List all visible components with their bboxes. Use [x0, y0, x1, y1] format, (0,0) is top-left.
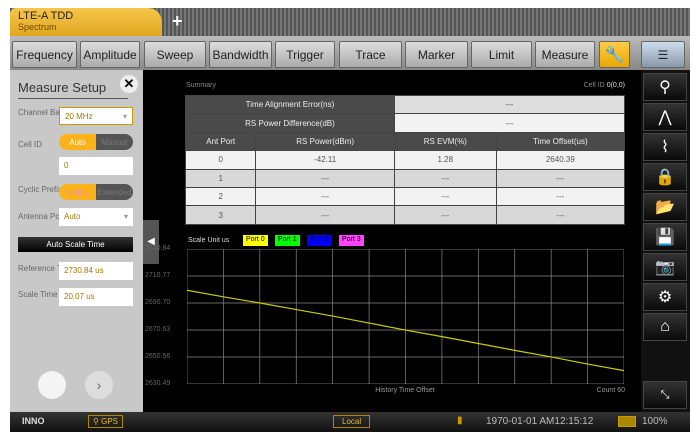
- tae-label: Time Alignment Error(ns): [185, 94, 395, 115]
- wrench-button[interactable]: 🔧: [599, 41, 630, 68]
- save-icon[interactable]: 💾: [643, 223, 687, 251]
- plus-icon[interactable]: +: [172, 11, 183, 32]
- cell-id-manual[interactable]: Manual: [96, 134, 133, 150]
- gear-icon[interactable]: ⚙: [643, 283, 687, 311]
- span-icon[interactable]: ⌇: [643, 133, 687, 161]
- cell-id-input[interactable]: 0: [59, 157, 133, 175]
- local-indicator[interactable]: Local: [333, 415, 371, 428]
- auto-scale-time-button[interactable]: Auto Scale Time: [18, 237, 133, 252]
- count-label: Count 60: [596, 387, 625, 394]
- legend-port-0[interactable]: Port 0: [243, 235, 268, 246]
- reference-time-input[interactable]: 2730.84 us: [59, 262, 133, 280]
- peak-icon[interactable]: ⋀: [643, 103, 687, 131]
- column-header: Time Offset(us): [495, 131, 626, 152]
- legend-port-2[interactable]: Port 2: [307, 235, 332, 246]
- table-cell: ---: [255, 205, 395, 225]
- collapse-panel-button[interactable]: ◀: [143, 220, 159, 264]
- menu-marker-button[interactable]: Marker: [405, 41, 468, 68]
- history-chart: [187, 249, 624, 384]
- y-tick-label: 2730.84: [145, 245, 171, 252]
- close-icon[interactable]: ✕: [120, 75, 138, 93]
- summary-table: Time Alignment Error(ns) --- RS Power Dif…: [184, 94, 626, 225]
- cyclic-prefix-toggle[interactable]: Normal Extended: [59, 184, 133, 200]
- antenna-port-label: Antenna Port: [18, 212, 65, 221]
- table-row: 3 --- --- ---: [184, 205, 626, 225]
- table-row: 0 -42.11 1.28 2640.39: [184, 150, 626, 170]
- table-cell: 0: [184, 150, 257, 170]
- table-cell: ---: [255, 168, 395, 188]
- table-cell: ---: [495, 168, 626, 188]
- cyclic-prefix-label: Cyclic Prefix: [18, 185, 63, 194]
- tab-title: LTE-A TDD: [18, 10, 74, 22]
- table-cell: 2: [184, 186, 257, 207]
- menu-amplitude-button[interactable]: Amplitude: [80, 41, 140, 68]
- column-header: Ant Port: [184, 131, 257, 152]
- scale-unit: Scale Unit us: [188, 237, 230, 244]
- cell-id-toggle[interactable]: Auto Manual: [59, 134, 133, 150]
- panel-title: Measure Setup: [18, 80, 128, 99]
- table-cell: 1.28: [393, 150, 497, 170]
- menu-sweep-button[interactable]: Sweep: [144, 41, 206, 68]
- battery-level: 100%: [642, 416, 668, 427]
- channel-bandwidth-select[interactable]: 20 MHz ▾: [59, 107, 133, 125]
- cell-id-auto[interactable]: Auto: [59, 134, 96, 150]
- cp-normal[interactable]: Normal: [59, 184, 96, 200]
- lock-icon[interactable]: 🔒: [643, 163, 687, 191]
- scale-time-input[interactable]: 20.07 us: [59, 288, 133, 306]
- table-row: 2 --- --- ---: [184, 186, 626, 207]
- fullscreen-icon[interactable]: ⤡: [643, 381, 687, 409]
- menu-trace-button[interactable]: Trace: [339, 41, 402, 68]
- table-cell: 2640.39: [495, 150, 626, 170]
- menu-measure-button[interactable]: Measure: [535, 41, 595, 68]
- table-row: 1 --- --- ---: [184, 168, 626, 188]
- home-icon[interactable]: ⌂: [643, 313, 687, 341]
- next-page-button[interactable]: ›: [85, 371, 113, 399]
- menu-frequency-button[interactable]: Frequency: [12, 41, 77, 68]
- x-axis-label: History Time Offset: [375, 387, 435, 394]
- column-header: RS EVM(%): [393, 131, 497, 152]
- folder-icon[interactable]: 📂: [643, 193, 687, 221]
- list-menu-button[interactable]: ☰: [641, 41, 685, 68]
- cell-id-readout: Cell ID 0(0,0): [583, 82, 625, 89]
- status-bar: INNO ⚲ GPS Local ▮ 1970-01-01 AM12:15:12…: [10, 412, 690, 432]
- tab-subtitle: Spectrum: [18, 22, 57, 32]
- table-cell: ---: [255, 186, 395, 207]
- menu-trigger-button[interactable]: Trigger: [275, 41, 335, 68]
- summary-title: Summary: [186, 82, 216, 89]
- camera-icon[interactable]: 📷: [643, 253, 687, 281]
- table-cell: ---: [495, 186, 626, 207]
- cp-extended[interactable]: Extended: [96, 184, 133, 200]
- notification-icon[interactable]: ▮: [457, 415, 463, 426]
- y-tick-label: 2650.56: [145, 353, 171, 360]
- table-cell: ---: [393, 168, 497, 188]
- tae-value: ---: [393, 94, 626, 115]
- y-tick-label: 2710.77: [145, 272, 171, 279]
- datetime: 1970-01-01 AM12:15:12: [486, 416, 594, 427]
- column-header: RS Power(dBm): [255, 131, 395, 152]
- rpd-label: RS Power Difference(dB): [185, 113, 395, 133]
- table-cell: ---: [393, 205, 497, 225]
- table-cell: ---: [495, 205, 626, 225]
- table-cell: 3: [184, 205, 257, 225]
- antenna-port-select[interactable]: Auto ▾: [59, 208, 133, 226]
- table-cell: ---: [393, 186, 497, 207]
- legend-port-3[interactable]: Port 3: [339, 235, 364, 246]
- y-tick-label: 2630.49: [145, 380, 171, 387]
- y-tick-label: 2670.63: [145, 326, 171, 333]
- y-tick-label: 2690.70: [145, 299, 171, 306]
- menu-limit-button[interactable]: Limit: [471, 41, 532, 68]
- table-cell: -42.11: [255, 150, 395, 170]
- gps-indicator: ⚲ GPS: [88, 415, 123, 428]
- table-cell: 1: [184, 168, 257, 188]
- rpd-value: ---: [393, 113, 626, 133]
- menu-bandwidth-button[interactable]: Bandwidth: [209, 41, 272, 68]
- scale-time-label: Scale Time: [18, 290, 58, 299]
- marker-icon[interactable]: ⚲: [643, 73, 687, 101]
- inno-logo: INNO: [22, 416, 45, 426]
- battery-icon: [618, 416, 636, 427]
- cell-id-label: Cell ID: [18, 140, 43, 149]
- prev-page-button[interactable]: [38, 371, 66, 399]
- tab-lte-a-tdd[interactable]: LTE-A TDD Spectrum: [10, 8, 162, 36]
- legend-port-1[interactable]: Port 1: [275, 235, 300, 246]
